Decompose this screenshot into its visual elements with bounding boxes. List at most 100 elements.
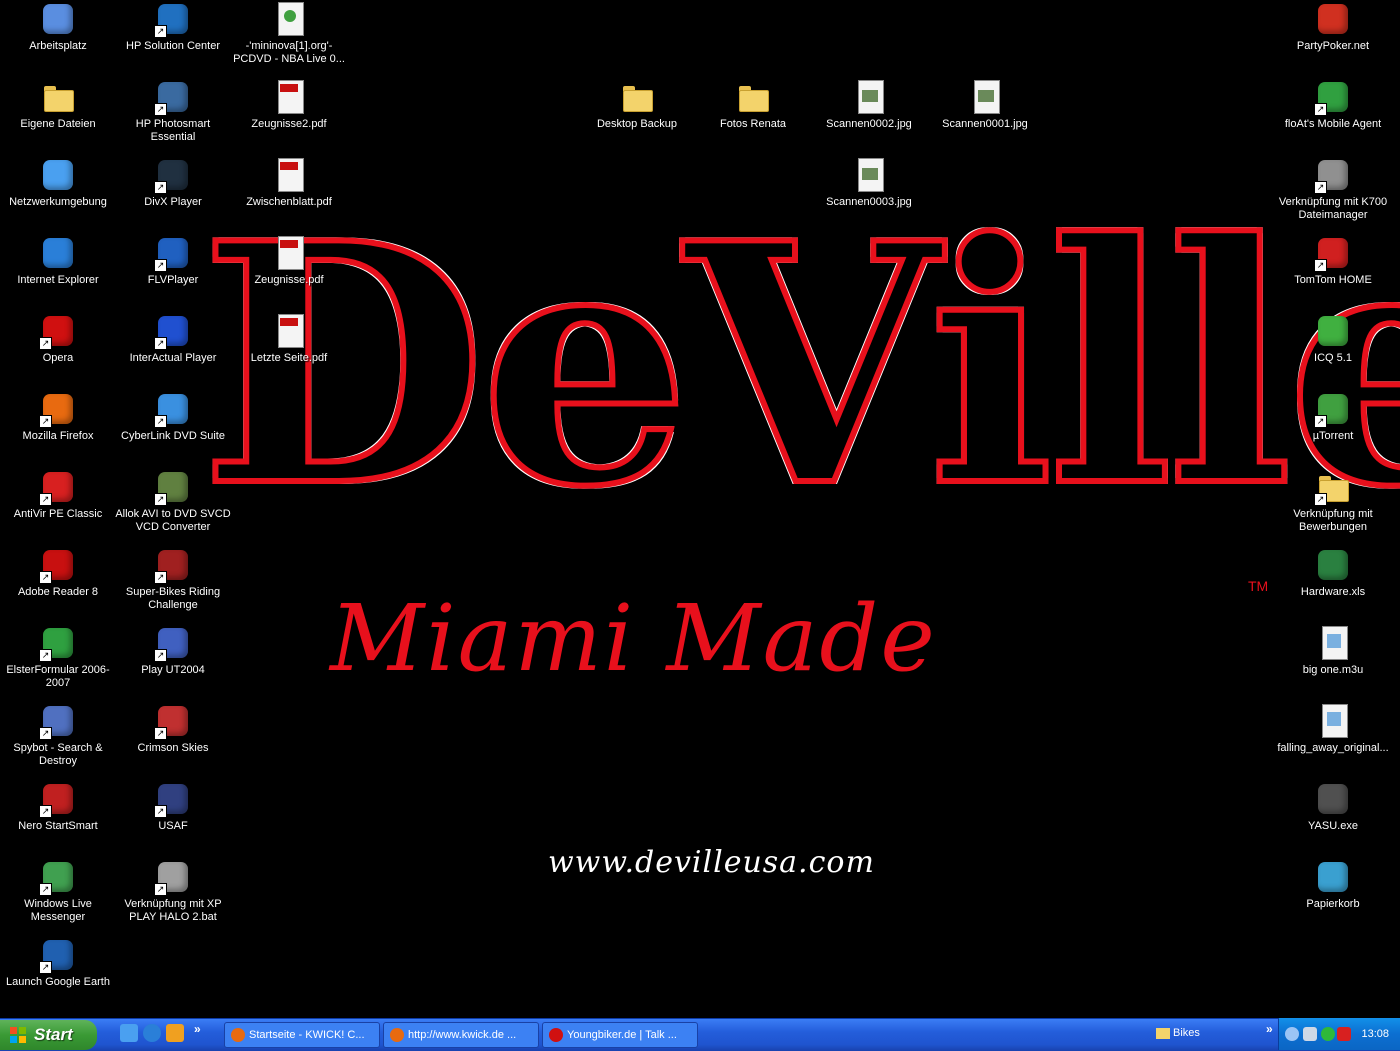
icon-label: floAt's Mobile Agent — [1284, 118, 1382, 130]
desktop-icon-scannen0003-jpg[interactable]: Scannen0003.jpg — [811, 158, 927, 209]
wallpaper-url: www.devilleusa.com — [548, 845, 875, 880]
icon-label: Opera — [42, 352, 74, 364]
desktop-icon-tomtom-home[interactable]: ↗ TomTom HOME — [1275, 236, 1391, 287]
desktop-icon-nero-startsmart[interactable]: ↗ Nero StartSmart — [0, 782, 116, 833]
desktop-icon-launch-google-earth[interactable]: ↗ Launch Google Earth — [0, 938, 116, 989]
desktop-icon-desktop-backup[interactable]: Desktop Backup — [579, 80, 695, 131]
folder-toolbar-label: Bikes — [1173, 1027, 1200, 1039]
desktop-icon-zeugnisse2-pdf[interactable]: Zeugnisse2.pdf — [231, 80, 347, 131]
desktop-icon-usaf[interactable]: ↗ USAF — [115, 782, 231, 833]
google-earth-icon: ↗ — [39, 938, 75, 974]
shortcut-arrow-icon: ↗ — [39, 649, 52, 662]
shortcut-arrow-icon: ↗ — [39, 961, 52, 974]
desktop-icon-arbeitsplatz[interactable]: Arbeitsplatz — [0, 2, 116, 53]
task-label: Youngbiker.de | Talk ... — [567, 1029, 677, 1041]
desktop-icon-hardware-xls[interactable]: Hardware.xls — [1275, 548, 1391, 599]
taskbar-task-3[interactable]: Youngbiker.de | Talk ... — [542, 1022, 698, 1048]
desktop-icon-interactual-player[interactable]: ↗ InterActual Player — [115, 314, 231, 365]
desktop-icon-hp-photosmart-essential[interactable]: ↗ HP Photosmart Essential — [115, 80, 231, 144]
shortcut-arrow-icon: ↗ — [39, 493, 52, 506]
icon-label: Verknüpfung mit K700 Dateimanager — [1278, 196, 1388, 221]
desktop-icon-antivir-pe-classic[interactable]: ↗ AntiVir PE Classic — [0, 470, 116, 521]
desktop-icon-adobe-reader-8[interactable]: ↗ Adobe Reader 8 — [0, 548, 116, 599]
icon-label: Spybot - Search & Destroy — [13, 742, 103, 767]
desktop-icon-zwischenblatt-pdf[interactable]: Zwischenblatt.pdf — [231, 158, 347, 209]
desktop-icon-flvplayer[interactable]: ↗ FLVPlayer — [115, 236, 231, 287]
desktop-icon-hp-solution-center[interactable]: ↗ HP Solution Center — [115, 2, 231, 53]
desktop-icon-float-s-mobile-agent[interactable]: ↗ floAt's Mobile Agent — [1275, 80, 1391, 131]
icon-label: Netzwerkumgebung — [9, 196, 107, 208]
taskbar-task-1[interactable]: Startseite - KWICK! C... — [224, 1022, 380, 1048]
shortcut-arrow-icon: ↗ — [1314, 259, 1327, 272]
icon-label: Verknüpfung mit XP PLAY HALO 2.bat — [124, 898, 222, 923]
quicklaunch-overflow[interactable]: » — [194, 1022, 201, 1036]
desktop[interactable]: DeVille Miami Made TM www.devilleusa.com… — [0, 0, 1400, 1018]
icon-label: Nero StartSmart — [18, 820, 98, 832]
mobile-agent-icon: ↗ — [1314, 80, 1350, 116]
desktop-icon-eigene-dateien[interactable]: Eigene Dateien — [0, 80, 116, 131]
wallpaper-tagline: Miami Made — [330, 585, 937, 692]
shortcut-arrow-icon: ↗ — [154, 415, 167, 428]
desktop-icon-crimson-skies[interactable]: ↗ Crimson Skies — [115, 704, 231, 755]
desktop-icon-internet-explorer[interactable]: Internet Explorer — [0, 236, 116, 287]
desktop-icon-yasu-exe[interactable]: YASU.exe — [1275, 782, 1391, 833]
desktop-icon-cyberlink-dvd-suite[interactable]: ↗ CyberLink DVD Suite — [115, 392, 231, 443]
desktop-icon-verkn-pfung-mit-xp-play-halo-2-bat[interactable]: ↗ Verknüpfung mit XP PLAY HALO 2.bat — [115, 860, 231, 924]
shortcut-arrow-icon: ↗ — [1314, 493, 1327, 506]
task-label: Startseite - KWICK! C... — [249, 1029, 365, 1041]
clock[interactable]: 13:08 — [1361, 1028, 1389, 1040]
icon-label: Verknüpfung mit Bewerbungen — [1293, 508, 1373, 533]
tray-expand-icon[interactable] — [1285, 1027, 1299, 1041]
tray-antivir-icon[interactable] — [1337, 1027, 1351, 1041]
desktop-icon-mininova-1-org-pcdvd-nba-live-0[interactable]: -'mininova[1].org'- PCDVD - NBA Live 0..… — [231, 2, 347, 66]
desktop-icon-torrent[interactable]: ↗ µTorrent — [1275, 392, 1391, 443]
desktop-icon-scannen0002-jpg[interactable]: Scannen0002.jpg — [811, 80, 927, 131]
desktop-icon-papierkorb[interactable]: Papierkorb — [1275, 860, 1391, 911]
desktop-icon-elsterformular-2006-2007[interactable]: ↗ ElsterFormular 2006-2007 — [0, 626, 116, 690]
quicklaunch-app-icon[interactable] — [166, 1024, 184, 1042]
icq-icon — [1316, 314, 1350, 348]
tray-network-icon[interactable] — [1303, 1027, 1317, 1041]
hp-photosmart-icon: ↗ — [154, 80, 190, 116]
crimson-skies-icon: ↗ — [154, 704, 190, 740]
interactual-icon: ↗ — [154, 314, 190, 350]
desktop-icon-windows-live-messenger[interactable]: ↗ Windows Live Messenger — [0, 860, 116, 924]
antivir-icon: ↗ — [39, 470, 75, 506]
divx-icon: ↗ — [154, 158, 190, 194]
icon-label: -'mininova[1].org'- PCDVD - NBA Live 0..… — [233, 40, 345, 65]
icon-label: µTorrent — [1312, 430, 1354, 442]
taskbar-folder-toolbar[interactable]: Bikes — [1156, 1027, 1200, 1039]
desktop-icon-netzwerkumgebung[interactable]: Netzwerkumgebung — [0, 158, 116, 209]
desktop-icon-scannen0001-jpg[interactable]: Scannen0001.jpg — [927, 80, 1043, 131]
desktop-icon-spybot-search-destroy[interactable]: ↗ Spybot - Search & Destroy — [0, 704, 116, 768]
usaf-icon: ↗ — [154, 782, 190, 818]
pdf-icon — [272, 80, 306, 114]
desktop-icon-letzte-seite-pdf[interactable]: Letzte Seite.pdf — [231, 314, 347, 365]
icon-label: Crimson Skies — [137, 742, 209, 754]
quicklaunch-desktop-icon[interactable] — [120, 1024, 138, 1042]
desktop-icon-icq-5-1[interactable]: ICQ 5.1 — [1275, 314, 1391, 365]
desktop-icon-fotos-renata[interactable]: Fotos Renata — [695, 80, 811, 131]
desktop-icon-opera[interactable]: ↗ Opera — [0, 314, 116, 365]
desktop-icon-falling-away-original[interactable]: falling_away_original... — [1275, 704, 1391, 755]
start-button[interactable]: Start — [0, 1020, 97, 1050]
playlist-icon — [1316, 704, 1350, 738]
shortcut-arrow-icon: ↗ — [39, 805, 52, 818]
desktop-icon-partypoker-net[interactable]: PartyPoker.net — [1275, 2, 1391, 53]
desktop-icon-play-ut2004[interactable]: ↗ Play UT2004 — [115, 626, 231, 677]
desktop-icon-allok-avi-to-dvd-svcd-vcd-converter[interactable]: ↗ Allok AVI to DVD SVCD VCD Converter — [115, 470, 231, 534]
tray-messenger-icon[interactable] — [1321, 1027, 1335, 1041]
desktop-icon-super-bikes-riding-challenge[interactable]: ↗ Super-Bikes Riding Challenge — [115, 548, 231, 612]
desktop-icon-verkn-pfung-mit-bewerbungen[interactable]: ↗ Verknüpfung mit Bewerbungen — [1275, 470, 1391, 534]
icon-label: big one.m3u — [1302, 664, 1364, 676]
quicklaunch-ie-icon[interactable] — [143, 1024, 161, 1042]
desktop-icon-verkn-pfung-mit-k700-dateimanager[interactable]: ↗ Verknüpfung mit K700 Dateimanager — [1275, 158, 1391, 222]
desktop-icon-zeugnisse-pdf[interactable]: Zeugnisse.pdf — [231, 236, 347, 287]
folder-toolbar-overflow[interactable]: » — [1266, 1022, 1273, 1036]
tomtom-icon: ↗ — [1314, 236, 1350, 272]
desktop-icon-mozilla-firefox[interactable]: ↗ Mozilla Firefox — [0, 392, 116, 443]
taskbar-task-2[interactable]: http://www.kwick.de ... — [383, 1022, 539, 1048]
desktop-icon-big-one-m3u[interactable]: big one.m3u — [1275, 626, 1391, 677]
icon-label: Arbeitsplatz — [29, 40, 87, 52]
desktop-icon-divx-player[interactable]: ↗ DivX Player — [115, 158, 231, 209]
